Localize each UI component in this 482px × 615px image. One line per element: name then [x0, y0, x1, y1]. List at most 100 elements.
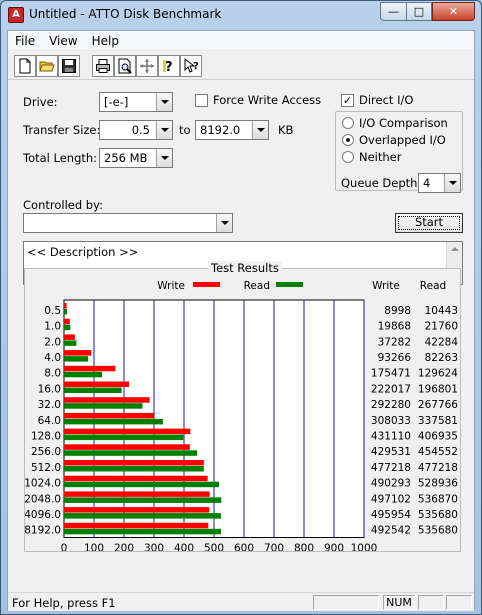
- write-bar: [64, 475, 208, 482]
- write-bar: [64, 303, 67, 309]
- write-value: 8998: [384, 305, 411, 317]
- write-value: 492542: [371, 525, 411, 537]
- svg-text:?: ?: [193, 61, 199, 72]
- results-chart: 0 100 200 300 400 500 600 700 800 900 1000 Write Rea…: [25, 280, 458, 552]
- close-button[interactable]: ✕: [432, 2, 475, 21]
- category-label: 64.0: [38, 415, 61, 427]
- status-panel-3: [418, 595, 444, 610]
- read-bar: [64, 497, 222, 503]
- scroll-up-icon[interactable]: [451, 247, 459, 251]
- kb-label: KB: [278, 123, 294, 137]
- read-value: 528936: [418, 478, 458, 490]
- total-length-select[interactable]: 256 MB: [99, 148, 173, 168]
- status-num-indicator: NUM: [383, 595, 415, 610]
- write-bar: [64, 365, 116, 372]
- read-bar: [64, 403, 143, 409]
- status-panel-1: [313, 595, 379, 610]
- read-bar: [64, 418, 163, 425]
- chevron-down-icon[interactable]: [216, 214, 232, 232]
- window-title: Untitled - ATTO Disk Benchmark: [29, 7, 222, 21]
- table-header-write: Write: [372, 280, 400, 292]
- read-value: 337581: [418, 415, 458, 427]
- x-tick-label: 800: [294, 543, 314, 552]
- x-tick-label: 200: [114, 543, 134, 552]
- direct-io-label: Direct I/O: [359, 93, 414, 107]
- category-label: 512.0: [31, 462, 61, 474]
- menu-file[interactable]: File: [8, 34, 42, 48]
- test-results-group: Test Results 0 100 200 300 400 500 600 700 800 90…: [24, 261, 461, 552]
- read-bar: [64, 324, 71, 331]
- read-value: 535680: [418, 525, 458, 537]
- title-bar[interactable]: A Untitled - ATTO Disk Benchmark — □ ✕: [1, 1, 481, 29]
- read-bar: [64, 340, 77, 346]
- read-value: 129624: [418, 368, 458, 380]
- force-write-checkbox[interactable]: [195, 94, 208, 107]
- read-value: 21760: [425, 321, 458, 333]
- window-controls: — □ ✕: [380, 2, 475, 21]
- chevron-down-icon[interactable]: [156, 93, 172, 111]
- write-bar: [64, 460, 204, 466]
- chevron-down-icon[interactable]: [444, 174, 460, 192]
- read-bar: [64, 356, 89, 362]
- menu-view[interactable]: View: [42, 34, 84, 48]
- chevron-down-icon[interactable]: [156, 121, 172, 139]
- print-preview-icon[interactable]: [114, 55, 136, 77]
- transfer-size-from-select[interactable]: 0.5: [99, 120, 173, 140]
- app-window: A Untitled - ATTO Disk Benchmark — □ ✕ F…: [0, 0, 482, 615]
- move-icon[interactable]: [136, 55, 158, 77]
- write-value: 222017: [371, 383, 411, 395]
- transfer-size-to-select[interactable]: 8192.0: [195, 120, 269, 140]
- drive-label: Drive:: [23, 95, 58, 109]
- write-bar: [64, 507, 210, 513]
- controlled-by-select[interactable]: [23, 213, 233, 233]
- read-bar: [64, 309, 68, 315]
- category-label: 1024.0: [25, 478, 61, 490]
- chevron-down-icon[interactable]: [156, 149, 172, 167]
- x-tick-label: 600: [234, 543, 254, 552]
- save-icon[interactable]: [58, 55, 80, 77]
- write-bar: [64, 491, 210, 497]
- radio-overlapped-io[interactable]: [342, 134, 354, 146]
- category-label: 4096.0: [25, 509, 61, 521]
- radio-neither[interactable]: [342, 151, 354, 163]
- x-tick-label: 500: [204, 543, 224, 552]
- category-label: 128.0: [31, 430, 61, 442]
- context-help-icon[interactable]: ?: [180, 55, 202, 77]
- category-label: 8.0: [44, 368, 61, 380]
- direct-io-checkbox[interactable]: ✓: [341, 94, 354, 107]
- minimize-button[interactable]: —: [380, 2, 406, 21]
- io-comparison-label: I/O Comparison: [359, 116, 448, 130]
- write-value: 431110: [371, 430, 411, 442]
- read-value: 196801: [418, 383, 458, 395]
- write-value: 495954: [371, 509, 411, 521]
- chevron-down-icon[interactable]: [252, 121, 268, 139]
- description-text: << Description >>: [27, 245, 139, 259]
- maximize-button[interactable]: □: [406, 2, 432, 21]
- overlapped-io-label: Overlapped I/O: [359, 133, 446, 147]
- print-icon[interactable]: [92, 55, 114, 77]
- new-icon[interactable]: [14, 55, 36, 77]
- start-button[interactable]: Start: [395, 213, 463, 233]
- controlled-by-label: Controlled by:: [23, 198, 103, 212]
- radio-io-comparison[interactable]: [342, 117, 354, 129]
- category-label: 0.5: [44, 305, 61, 317]
- x-tick-label: 1000: [351, 543, 378, 552]
- write-value: 497102: [371, 493, 411, 505]
- write-value: 175471: [371, 368, 411, 380]
- force-write-label: Force Write Access: [213, 93, 322, 107]
- write-bar: [64, 522, 209, 529]
- read-value: 82263: [425, 352, 458, 364]
- x-tick-label: 900: [324, 543, 344, 552]
- drive-select[interactable]: [-e-]: [99, 92, 173, 112]
- queue-depth-select[interactable]: 4: [418, 173, 461, 193]
- write-value: 308033: [371, 415, 411, 427]
- x-tick-label: 300: [144, 543, 164, 552]
- read-value: 454552: [418, 446, 458, 458]
- menu-help[interactable]: Help: [85, 34, 126, 48]
- open-icon[interactable]: [36, 55, 58, 77]
- legend-write-swatch: [193, 282, 220, 287]
- category-label: 32.0: [38, 399, 61, 411]
- help-icon[interactable]: ?: [158, 55, 180, 77]
- category-label: 1.0: [44, 321, 61, 333]
- read-bar: [64, 434, 184, 441]
